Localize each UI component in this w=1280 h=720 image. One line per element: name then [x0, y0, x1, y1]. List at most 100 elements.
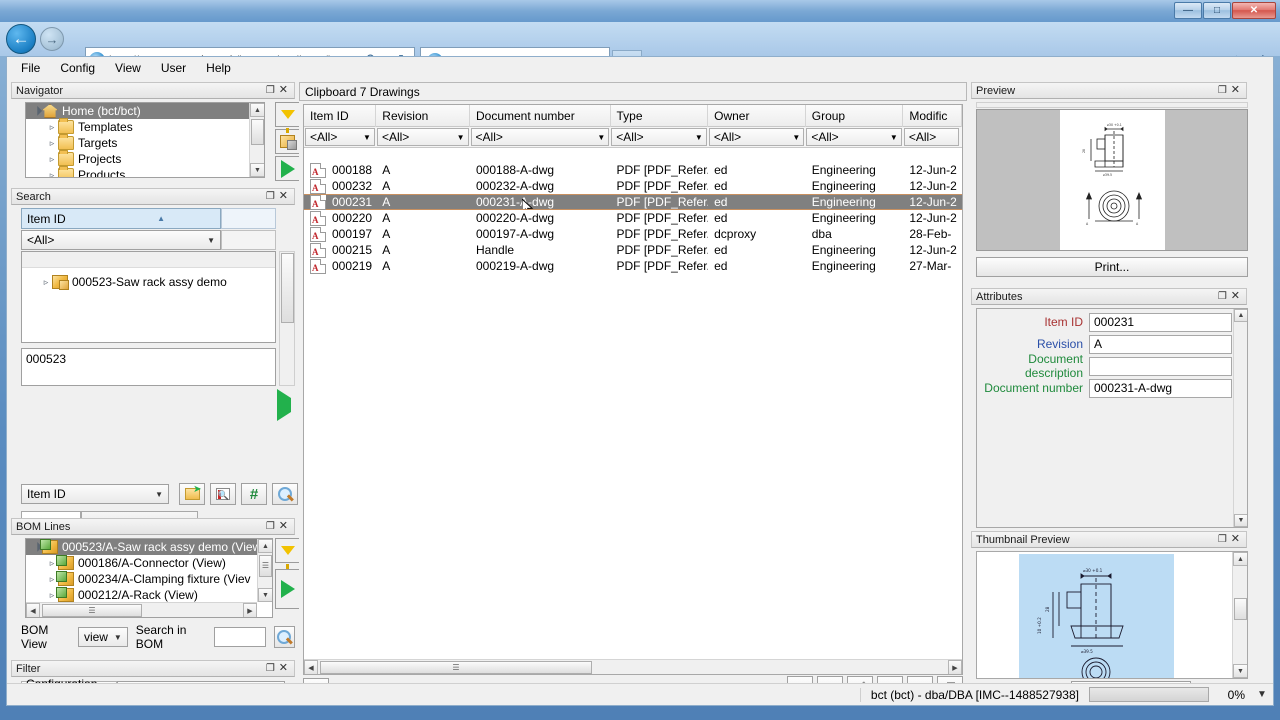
scroll-left-icon[interactable]: ◀	[26, 603, 40, 617]
bom-search-button[interactable]	[273, 626, 295, 648]
bom-filter-button[interactable]	[275, 538, 300, 569]
scrollbar-thumb[interactable]: ☰	[320, 661, 592, 674]
expander-icon[interactable]	[30, 106, 42, 117]
search-query-input[interactable]: 000523	[21, 348, 276, 386]
attributes-scrollbar[interactable]: ▲ ▼	[1233, 309, 1247, 527]
bom-lines-close-icon[interactable]	[277, 521, 290, 532]
table-row[interactable]: 000220 A 000220-A-dwg PDF [PDF_Refer... …	[304, 210, 962, 226]
tree-item-projects[interactable]: Projects	[26, 150, 249, 167]
thumbnail-preview-restore-icon[interactable]	[1216, 535, 1229, 545]
back-arrow-icon[interactable]: ←	[6, 24, 36, 54]
search-results-list[interactable]: 000523-Saw rack assy demo	[21, 251, 276, 343]
bom-view-combo[interactable]: view ▼	[77, 627, 128, 647]
scrollbar-thumb[interactable]: ☰	[259, 555, 272, 577]
expander-icon[interactable]	[46, 170, 58, 178]
filter-item-id[interactable]: <All> ▼	[305, 128, 375, 146]
column-header-item-id[interactable]: Item ID	[304, 105, 377, 127]
filter-restore-icon[interactable]	[264, 664, 277, 674]
expander-icon[interactable]	[40, 277, 52, 288]
table-row[interactable]: 000219 A 000219-A-dwg PDF [PDF_Refer... …	[304, 258, 962, 274]
search-run-button[interactable]	[277, 389, 291, 421]
bom-tree-item-clamping-fixture[interactable]: 000234/A-Clamping fixture (Viev	[26, 571, 257, 587]
filter-group[interactable]: <All> ▼	[806, 128, 902, 146]
forward-arrow-icon[interactable]: →	[40, 27, 64, 51]
minimize-button[interactable]: —	[1174, 2, 1202, 19]
number-search-button[interactable]: #	[241, 483, 267, 505]
scrollbar-thumb[interactable]	[1234, 598, 1247, 620]
expander-icon[interactable]	[46, 138, 58, 149]
table-row[interactable]: 000215 A Handle PDF [PDF_Refer... ed Eng…	[304, 242, 962, 258]
navigator-restore-icon[interactable]	[264, 86, 277, 96]
expander-icon[interactable]	[46, 122, 58, 133]
navigator-close-icon[interactable]	[277, 85, 290, 96]
column-header-document-number[interactable]: Document number	[470, 105, 611, 127]
thumbnail-scrollbar[interactable]: ▲ ▼	[1232, 552, 1247, 678]
bom-horizontal-scrollbar[interactable]: ◀ ☰ ▶	[26, 602, 257, 617]
search-attribute-combo[interactable]: Item ID ▼	[21, 484, 169, 504]
column-header-owner[interactable]: Owner	[708, 105, 806, 127]
search-restore-icon[interactable]	[264, 192, 277, 202]
menu-item-help[interactable]: Help	[206, 61, 231, 75]
clipboard-grid[interactable]: Item ID Revision Document number Type Ow…	[303, 104, 963, 675]
search-field-header[interactable]: Item ID ▲	[21, 208, 221, 229]
attribute-value-revision[interactable]: A	[1089, 334, 1232, 354]
preview-restore-icon[interactable]	[1216, 86, 1229, 96]
scroll-up-icon[interactable]: ▲	[1233, 552, 1247, 566]
search-panel-scrollbar[interactable]	[279, 251, 295, 386]
scroll-down-icon[interactable]: ▼	[258, 588, 272, 602]
navigator-run-button[interactable]	[275, 156, 300, 181]
tree-item-templates[interactable]: Templates	[26, 118, 249, 135]
attributes-close-icon[interactable]	[1229, 291, 1242, 302]
table-row[interactable]: 000231 A 000231-A-dwg PDF [PDF_Refer... …	[304, 194, 962, 210]
scrollbar-thumb[interactable]: ☰	[42, 604, 142, 617]
bom-tree-item-connector[interactable]: 000186/A-Connector (View)	[26, 555, 257, 571]
navigator-tree[interactable]: Home (bct/bct) Templates Targets	[25, 102, 265, 178]
column-header-revision[interactable]: Revision	[376, 105, 470, 127]
search-in-bom-input[interactable]	[214, 627, 266, 647]
scroll-right-icon[interactable]: ▶	[948, 660, 962, 674]
bom-lines-tree[interactable]: 000523/A-Saw rack assy demo (View 000186…	[25, 538, 273, 618]
search-result-item[interactable]: 000523-Saw rack assy demo	[22, 274, 275, 290]
grid-horizontal-scrollbar[interactable]: ◀ ☰ ▶	[304, 659, 962, 674]
filter-type[interactable]: <All> ▼	[611, 128, 707, 146]
navigator-filter-button[interactable]	[275, 102, 300, 133]
maximize-button[interactable]: □	[1203, 2, 1231, 19]
attributes-restore-icon[interactable]	[1216, 292, 1229, 302]
tree-item-targets[interactable]: Targets	[26, 134, 249, 151]
filter-document-number[interactable]: <All> ▼	[470, 128, 610, 146]
menu-item-config[interactable]: Config	[60, 61, 95, 75]
table-row[interactable]: 000188 A 000188-A-dwg PDF [PDF_Refer... …	[304, 162, 962, 178]
preview-close-icon[interactable]	[1229, 85, 1242, 96]
tree-item-home[interactable]: Home (bct/bct)	[26, 103, 249, 119]
bom-tree-item-rack[interactable]: 000212/A-Rack (View)	[26, 587, 257, 602]
bom-tree-item-root[interactable]: 000523/A-Saw rack assy demo (View	[26, 539, 257, 555]
menu-item-view[interactable]: View	[115, 61, 141, 75]
search-scope-combo[interactable]: <All> ▼	[21, 230, 221, 250]
menu-item-file[interactable]: File	[21, 61, 40, 75]
navigator-scrollbar[interactable]: ▲ ▼	[249, 103, 264, 177]
attribute-value-item-id[interactable]: 000231	[1089, 312, 1232, 332]
search-close-icon[interactable]	[277, 191, 290, 202]
filter-revision[interactable]: <All> ▼	[376, 128, 469, 146]
saved-search-button[interactable]: 🔍	[210, 483, 236, 505]
scroll-up-icon[interactable]: ▲	[258, 539, 272, 553]
scroll-left-icon[interactable]: ◀	[304, 660, 318, 674]
scrollbar-thumb[interactable]	[281, 253, 294, 323]
filter-close-icon[interactable]	[277, 663, 290, 674]
column-header-group[interactable]: Group	[806, 105, 904, 127]
attribute-value-document-number[interactable]: 000231-A-dwg	[1089, 378, 1232, 398]
column-header-modified[interactable]: Modific	[903, 105, 962, 127]
column-header-type[interactable]: Type	[611, 105, 709, 127]
scroll-right-icon[interactable]: ▶	[243, 603, 257, 617]
scroll-down-icon[interactable]: ▼	[1234, 514, 1247, 527]
thumbnail-item[interactable]: ⌀30 +0.1 ⌀39.5 28 10 +0.2	[1019, 554, 1174, 678]
scroll-down-icon[interactable]: ▼	[250, 163, 264, 177]
print-preview-button[interactable]: Print...	[976, 257, 1248, 277]
filter-owner[interactable]: <All> ▼	[708, 128, 805, 146]
preview-canvas[interactable]: ⌀30 +0.1 ⌀39.5 A A 28	[976, 109, 1248, 251]
tree-item-products[interactable]: Products	[26, 166, 249, 178]
scrollbar-thumb[interactable]	[251, 119, 264, 145]
find-button[interactable]	[272, 483, 298, 505]
close-button[interactable]: ✕	[1232, 2, 1276, 19]
attributes-form[interactable]: Item ID 000231 Revision A Document descr…	[976, 308, 1248, 528]
